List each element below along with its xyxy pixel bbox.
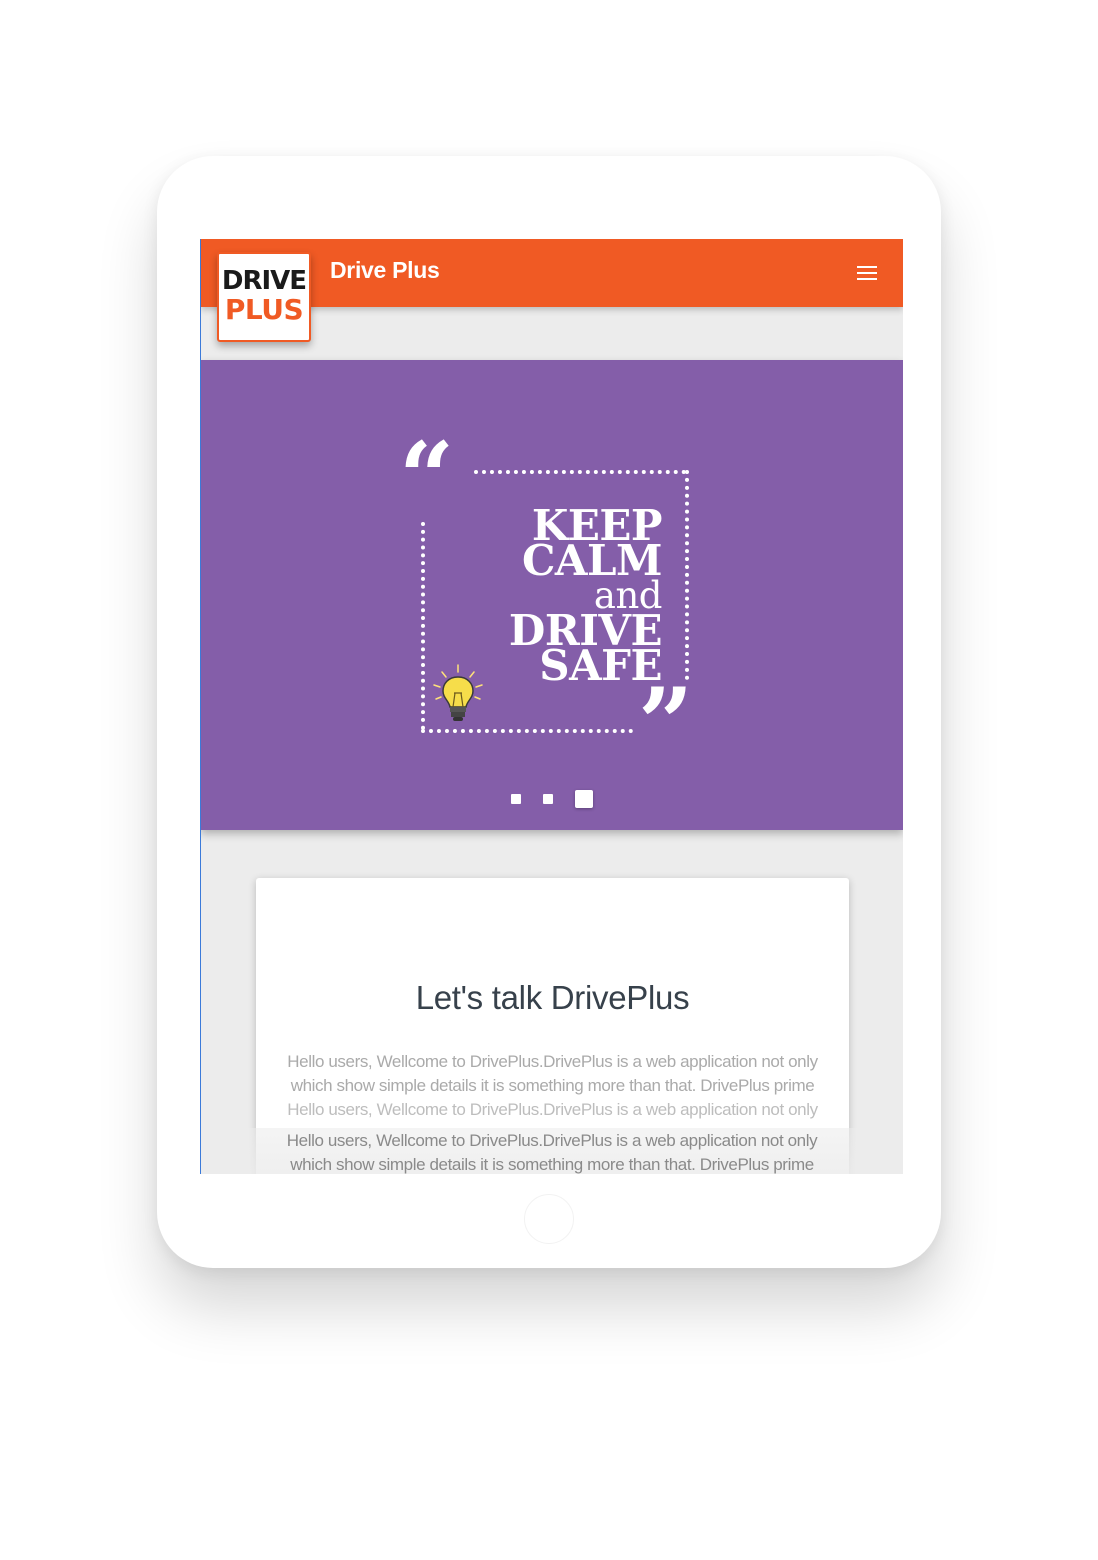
logo-word-drive: DRIVE (221, 266, 307, 296)
quote-line: CALM (521, 536, 663, 585)
carousel-dot-1[interactable] (511, 794, 521, 804)
drive-plus-logo[interactable]: DRIVE PLUS (217, 252, 311, 342)
overlay-line: Hello users, Wellcome to DrivePlus.Drive… (286, 1131, 818, 1150)
overlay-line: which show simple details it is somethin… (290, 1155, 814, 1174)
app-screen: Drive Plus DRIVE PLUS “ KEEP CALM and DR… (200, 239, 903, 1174)
open-quote-mark: “ (399, 421, 455, 534)
card-body-line: Hello users, Wellcome to DrivePlus.Drive… (287, 1052, 818, 1071)
carousel-dot-2[interactable] (543, 794, 553, 804)
hero-carousel[interactable]: “ KEEP CALM and DRIVE SAFE ” (201, 360, 903, 830)
card-body-line: which show simple details it is somethin… (290, 1076, 815, 1095)
carousel-indicators (201, 790, 903, 810)
close-quote-mark: ” (638, 667, 694, 780)
quote-text: KEEP CALM and DRIVE SAFE (486, 505, 663, 687)
dotted-frame-top (474, 470, 686, 474)
lightbulb-icon (433, 664, 483, 721)
dotted-frame-bottom (421, 729, 633, 733)
dotted-frame-right (685, 470, 689, 680)
home-button[interactable] (524, 1194, 574, 1244)
overlay-text: Hello users, Wellcome to DrivePlus.Drive… (282, 1129, 822, 1174)
card-body: Hello users, Wellcome to DrivePlus.Drive… (282, 1050, 823, 1122)
hamburger-menu-icon[interactable] (853, 261, 881, 285)
carousel-dot-3-active[interactable] (575, 790, 593, 808)
app-title: Drive Plus (330, 257, 440, 283)
card-body-line: Hello users, Wellcome to DrivePlus.Drive… (287, 1100, 818, 1119)
dotted-frame-left (421, 522, 425, 730)
keep-calm-slide: “ KEEP CALM and DRIVE SAFE ” (396, 430, 716, 772)
card-title: Let's talk DrivePlus (415, 979, 690, 1016)
logo-word-plus: PLUS (224, 293, 304, 326)
